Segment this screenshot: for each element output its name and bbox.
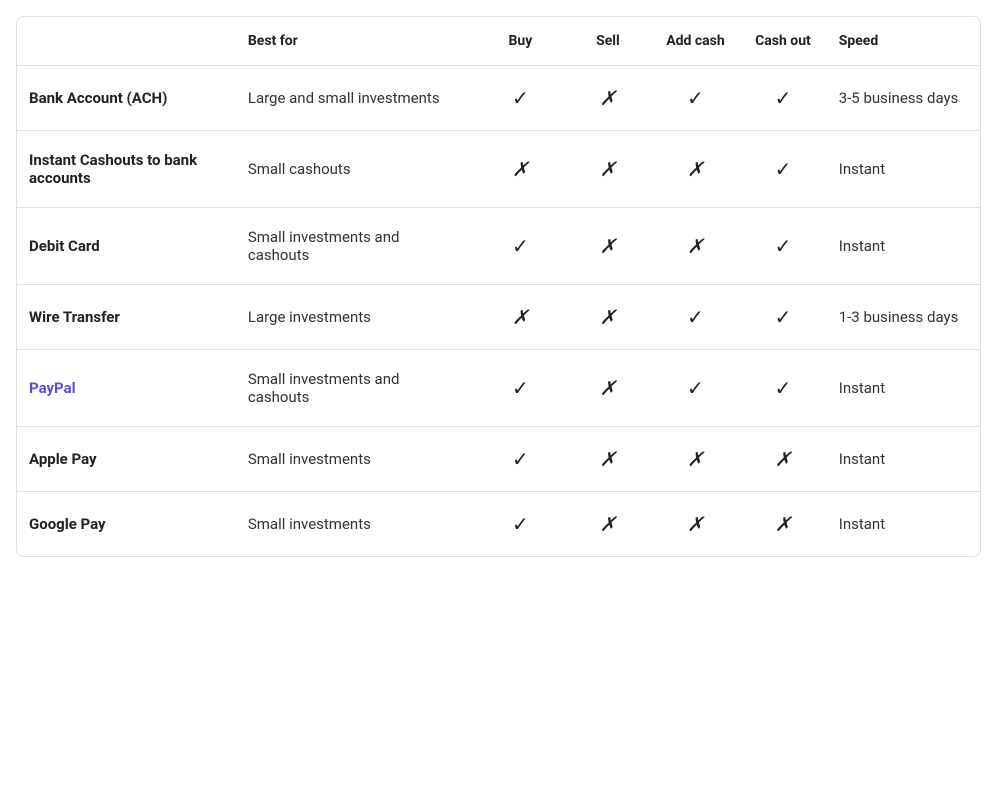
- cell-method: Debit Card: [17, 208, 236, 285]
- cell-sell: ✗: [564, 427, 652, 492]
- table-row: Debit CardSmall investments and cashouts…: [17, 208, 980, 285]
- cross-icon: ✗: [600, 305, 617, 329]
- cell-sell: ✗: [564, 208, 652, 285]
- cross-icon: ✗: [775, 512, 792, 536]
- cell-speed: 1-3 business days: [827, 285, 980, 350]
- cell-addcash: ✗: [652, 492, 740, 557]
- table-row: Instant Cashouts to bank accountsSmall c…: [17, 131, 980, 208]
- cell-sell: ✗: [564, 350, 652, 427]
- check-icon: ✓: [687, 376, 704, 400]
- check-icon: ✓: [512, 512, 529, 536]
- cell-bestfor: Small investments and cashouts: [236, 208, 477, 285]
- check-icon: ✓: [687, 305, 704, 329]
- cell-cashout: ✓: [739, 285, 827, 350]
- cell-method: Bank Account (ACH): [17, 66, 236, 131]
- cell-addcash: ✓: [652, 285, 740, 350]
- check-icon: ✓: [775, 305, 792, 329]
- cell-bestfor: Small investments: [236, 492, 477, 557]
- table-row: Bank Account (ACH)Large and small invest…: [17, 66, 980, 131]
- cell-cashout: ✗: [739, 492, 827, 557]
- cell-speed: Instant: [827, 131, 980, 208]
- check-icon: ✓: [775, 376, 792, 400]
- cross-icon: ✗: [512, 157, 529, 181]
- check-icon: ✓: [775, 157, 792, 181]
- cell-method: Wire Transfer: [17, 285, 236, 350]
- cross-icon: ✗: [600, 86, 617, 110]
- check-icon: ✓: [512, 447, 529, 471]
- cross-icon: ✗: [512, 305, 529, 329]
- header-addcash: Add cash: [652, 17, 740, 66]
- check-icon: ✓: [512, 376, 529, 400]
- cell-bestfor: Large investments: [236, 285, 477, 350]
- cell-speed: Instant: [827, 350, 980, 427]
- cell-buy: ✓: [477, 427, 565, 492]
- header-bestfor: Best for: [236, 17, 477, 66]
- table-row: Apple PaySmall investments ✓ ✗ ✗ ✗ Instant: [17, 427, 980, 492]
- header-cashout: Cash out: [739, 17, 827, 66]
- header-buy: Buy: [477, 17, 565, 66]
- cross-icon: ✗: [600, 376, 617, 400]
- header-speed: Speed: [827, 17, 980, 66]
- cross-icon: ✗: [600, 157, 617, 181]
- cell-speed: Instant: [827, 492, 980, 557]
- header-sell: Sell: [564, 17, 652, 66]
- cell-buy: ✓: [477, 208, 565, 285]
- cross-icon: ✗: [687, 157, 704, 181]
- check-icon: ✓: [775, 234, 792, 258]
- cross-icon: ✗: [600, 234, 617, 258]
- cell-method: Instant Cashouts to bank accounts: [17, 131, 236, 208]
- cross-icon: ✗: [600, 447, 617, 471]
- table-row: Wire TransferLarge investments ✗ ✗ ✓ ✓ 1-3 bu…: [17, 285, 980, 350]
- check-icon: ✓: [512, 86, 529, 110]
- cross-icon: ✗: [687, 234, 704, 258]
- cell-sell: ✗: [564, 66, 652, 131]
- cell-cashout: ✓: [739, 208, 827, 285]
- check-icon: ✓: [775, 86, 792, 110]
- table-header-row: Best for Buy Sell Add cash Cash out Spee…: [17, 17, 980, 66]
- cross-icon: ✗: [775, 447, 792, 471]
- cell-bestfor: Small investments and cashouts: [236, 350, 477, 427]
- cell-addcash: ✗: [652, 131, 740, 208]
- check-icon: ✓: [512, 234, 529, 258]
- cell-buy: ✓: [477, 350, 565, 427]
- cell-addcash: ✓: [652, 350, 740, 427]
- cell-speed: Instant: [827, 208, 980, 285]
- cell-buy: ✓: [477, 492, 565, 557]
- cell-addcash: ✗: [652, 208, 740, 285]
- header-method: [17, 17, 236, 66]
- method-link[interactable]: PayPal: [29, 379, 76, 397]
- cell-cashout: ✗: [739, 427, 827, 492]
- cell-method: PayPal: [17, 350, 236, 427]
- table-row: Google PaySmall investments ✓ ✗ ✗ ✗ Instant: [17, 492, 980, 557]
- cell-sell: ✗: [564, 285, 652, 350]
- cell-sell: ✗: [564, 131, 652, 208]
- cell-bestfor: Small investments: [236, 427, 477, 492]
- cell-sell: ✗: [564, 492, 652, 557]
- cross-icon: ✗: [600, 512, 617, 536]
- cell-cashout: ✓: [739, 350, 827, 427]
- table-row: PayPal Small investments and cashouts ✓ ✗ ✓ ✓…: [17, 350, 980, 427]
- cell-speed: Instant: [827, 427, 980, 492]
- cell-addcash: ✓: [652, 66, 740, 131]
- cell-buy: ✓: [477, 66, 565, 131]
- cell-buy: ✗: [477, 131, 565, 208]
- cell-speed: 3-5 business days: [827, 66, 980, 131]
- cell-method: Apple Pay: [17, 427, 236, 492]
- cell-bestfor: Small cashouts: [236, 131, 477, 208]
- cell-addcash: ✗: [652, 427, 740, 492]
- cross-icon: ✗: [687, 447, 704, 471]
- check-icon: ✓: [687, 86, 704, 110]
- comparison-table: Best for Buy Sell Add cash Cash out Spee…: [16, 16, 981, 557]
- cell-cashout: ✓: [739, 66, 827, 131]
- cross-icon: ✗: [687, 512, 704, 536]
- cell-cashout: ✓: [739, 131, 827, 208]
- cell-method: Google Pay: [17, 492, 236, 557]
- cell-bestfor: Large and small investments: [236, 66, 477, 131]
- cell-buy: ✗: [477, 285, 565, 350]
